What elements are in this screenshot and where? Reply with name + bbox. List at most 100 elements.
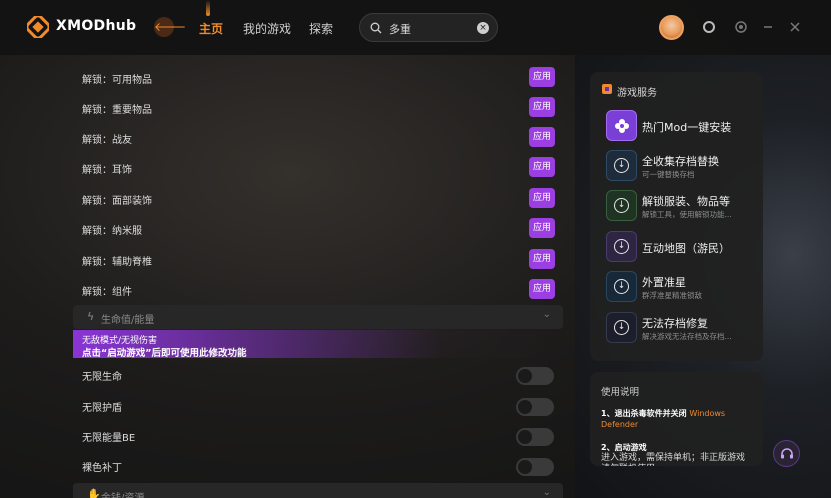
toggle-knob: [518, 369, 532, 383]
service-title: 互动地图（游民）: [642, 242, 730, 255]
download-icon: ↓: [606, 312, 637, 343]
toggle-label: 裸色补丁: [82, 463, 122, 474]
apply-button[interactable]: 应用: [529, 157, 555, 177]
game-services-panel: 游戏服务 热门Mod一键安装 ↓ 全收集存档替换 可一键替换存档 ↓ 解锁服装、…: [590, 72, 763, 361]
service-item[interactable]: ↓ 外置准星 群浮准星精准锁敌: [606, 271, 756, 303]
unlock-label: 解锁：可用物品: [82, 75, 152, 86]
nav-my-games[interactable]: 我的游戏: [243, 20, 291, 37]
service-title: 热门Mod一键安装: [642, 121, 732, 134]
toggle-row: 无限护盾: [73, 390, 563, 420]
unlock-label: 解锁：纳米服: [82, 226, 142, 237]
back-button[interactable]: 🡐: [154, 17, 186, 37]
unlock-label: 解锁：组件: [82, 287, 132, 298]
minimize-icon[interactable]: [761, 20, 775, 34]
active-nav-indicator: [206, 0, 210, 16]
instruction-step-2-title: 2、启动游戏: [601, 443, 647, 452]
apply-button[interactable]: 应用: [529, 188, 555, 208]
apply-button[interactable]: 应用: [529, 249, 555, 269]
toggle-knob: [518, 460, 532, 474]
mod-flower-icon: [606, 110, 637, 141]
section-health-header[interactable]: ϟ 生命值/能量 ⌄: [73, 305, 563, 329]
headset-icon: [781, 448, 793, 459]
apply-button[interactable]: 应用: [529, 127, 555, 147]
instructions-panel: 使用说明 1、退出杀毒软件并关闭 Windows Defender 2、启动游戏…: [590, 372, 763, 466]
unlock-label: 解锁：辅助脊椎: [82, 257, 152, 268]
unlock-row: 解锁：重要物品 应用: [73, 92, 563, 122]
section-title: 生命值/能量: [101, 315, 155, 326]
xmod-logo-icon: [27, 16, 49, 38]
toggle-label: 无限能量BE: [82, 433, 136, 444]
service-title: 全收集存档替换: [642, 155, 719, 168]
service-item[interactable]: ↓ 无法存档修复 解决游戏无法存档及存档...: [606, 312, 756, 344]
toggle-switch[interactable]: [516, 458, 554, 476]
service-item[interactable]: 热门Mod一键安装: [606, 110, 756, 142]
chevron-down-icon[interactable]: ⌄: [543, 309, 551, 320]
apply-button[interactable]: 应用: [529, 67, 555, 87]
nav-explore[interactable]: 探索: [309, 20, 333, 37]
instruction-step-2-desc: 进入游戏，需保持单机；非正版游戏请勿联机使用: [601, 453, 746, 466]
chevron-down-icon[interactable]: ⌄: [543, 487, 551, 498]
toggle-switch[interactable]: [516, 428, 554, 446]
download-icon: ↓: [606, 231, 637, 262]
instructions-title: 使用说明: [601, 387, 640, 398]
toggle-knob: [518, 400, 532, 414]
unlock-row: 解锁：战友 应用: [73, 122, 563, 152]
toggle-row: 裸色补丁: [73, 450, 563, 480]
service-subtitle: 解锁工具，使用解锁功能...: [642, 210, 732, 219]
download-icon: ↓: [606, 271, 637, 302]
toggle-row: 无限能量BE: [73, 420, 563, 450]
support-headset-button[interactable]: [773, 440, 800, 467]
unlock-row: 解锁：面部装饰 应用: [73, 183, 563, 213]
search-icon: [370, 22, 382, 34]
unlock-label: 解锁：耳饰: [82, 165, 132, 176]
top-bar: XMODhub 🡐 主页 我的游戏 探索 多重 ×: [0, 0, 831, 55]
section-title: 金钱/资源: [101, 489, 144, 498]
instruction-step-1-text: 1、退出杀毒软件并关闭: [601, 409, 687, 418]
download-icon: ↓: [606, 190, 637, 221]
service-subtitle: 可一键替换存档: [642, 170, 695, 179]
service-item[interactable]: ↓ 全收集存档替换 可一键替换存档: [606, 150, 756, 182]
section-money-header[interactable]: ✋ 金钱/资源 ⌄: [73, 483, 563, 498]
game-services-title: 游戏服务: [617, 88, 657, 99]
notice-message: 点击“启动游戏”后即可使用此修改功能: [82, 348, 247, 359]
apply-button[interactable]: 应用: [529, 218, 555, 238]
search-input[interactable]: 多重: [389, 21, 411, 37]
game-services-icon: [602, 84, 612, 94]
unlock-label: 解锁：面部装饰: [82, 196, 152, 207]
close-icon[interactable]: [788, 20, 802, 34]
instruction-step-1: 1、退出杀毒软件并关闭 Windows Defender: [601, 408, 751, 430]
service-title: 解锁服装、物品等: [642, 195, 730, 208]
unlock-label: 解锁：战友: [82, 135, 132, 146]
toggle-switch[interactable]: [516, 398, 554, 416]
service-subtitle: 解决游戏无法存档及存档...: [642, 332, 732, 341]
app-logo-text: XMODhub: [56, 18, 137, 34]
apply-button[interactable]: 应用: [529, 279, 555, 299]
toggle-label: 无限生命: [82, 372, 122, 383]
unlock-row: 解锁：耳饰 应用: [73, 152, 563, 182]
toggle-label: 无限护盾: [82, 403, 122, 414]
settings-icon[interactable]: [734, 20, 748, 34]
notice-banner: 无敌模式/无视伤害 点击“启动游戏”后即可使用此修改功能: [73, 330, 563, 359]
service-item[interactable]: ↓ 互动地图（游民）: [606, 231, 756, 263]
lightning-icon: ϟ: [87, 310, 95, 323]
unlock-row: 解锁：纳米服 应用: [73, 213, 563, 243]
search-box[interactable]: 多重 ×: [359, 13, 498, 42]
toggle-switch[interactable]: [516, 367, 554, 385]
clear-search-icon[interactable]: ×: [477, 22, 489, 34]
download-icon: ↓: [606, 150, 637, 181]
notification-icon[interactable]: [702, 20, 716, 34]
service-title: 无法存档修复: [642, 317, 708, 330]
toggle-row: 无限生命: [73, 359, 563, 389]
apply-button[interactable]: 应用: [529, 97, 555, 117]
unlock-label: 解锁：重要物品: [82, 105, 152, 116]
toggle-knob: [518, 430, 532, 444]
service-title: 外置准星: [642, 276, 686, 289]
nav-home[interactable]: 主页: [199, 20, 223, 37]
unlock-row: 解锁：辅助脊椎 应用: [73, 244, 563, 274]
service-item[interactable]: ↓ 解锁服装、物品等 解锁工具，使用解锁功能...: [606, 190, 756, 222]
unlock-row: 解锁：可用物品 应用: [73, 62, 563, 92]
hand-icon: ✋: [87, 488, 101, 498]
unlock-row: 解锁：组件 应用: [73, 274, 563, 304]
service-subtitle: 群浮准星精准锁敌: [642, 291, 702, 300]
user-avatar[interactable]: [659, 15, 684, 40]
